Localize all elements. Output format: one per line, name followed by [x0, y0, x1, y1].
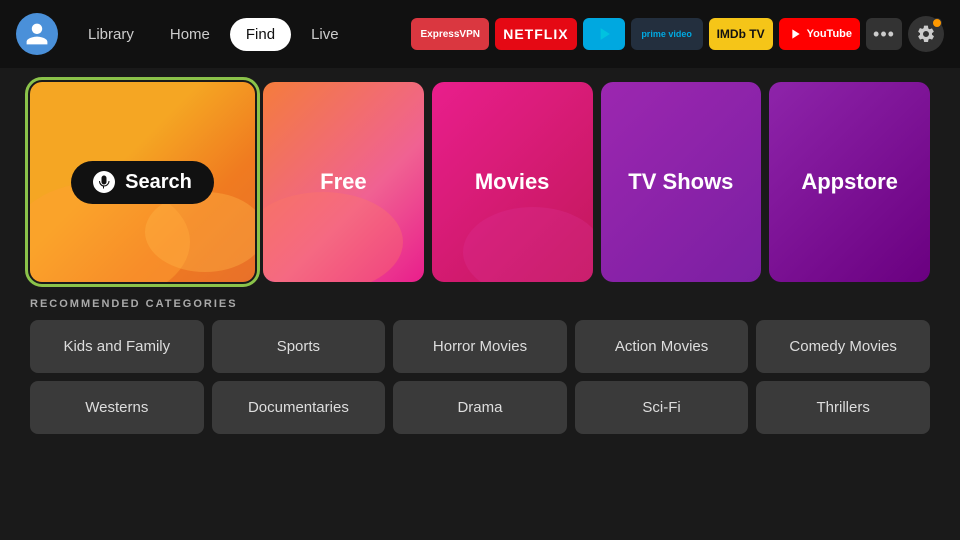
category-kids-family[interactable]: Kids and Family — [30, 320, 204, 373]
search-label: Search — [125, 171, 192, 194]
tile-movies[interactable]: Movies — [432, 82, 593, 282]
app-freevee[interactable] — [583, 18, 625, 50]
tile-free[interactable]: Free — [263, 82, 424, 282]
user-avatar[interactable] — [16, 13, 58, 55]
more-apps-button[interactable]: ••• — [866, 18, 902, 50]
categories-grid: Kids and Family Sports Horror Movies Act… — [30, 320, 930, 434]
categories-row-1: Kids and Family Sports Horror Movies Act… — [30, 320, 930, 373]
app-youtube[interactable]: YouTube — [779, 18, 860, 50]
app-imdb[interactable]: IMDb TV — [709, 18, 773, 50]
app-netflix[interactable]: NETFLIX — [495, 18, 576, 50]
settings-button[interactable] — [908, 16, 944, 52]
category-thrillers[interactable]: Thrillers — [756, 381, 930, 434]
main-content: Search Free Movies TV Shows Appstore REC… — [0, 68, 960, 448]
nav-live[interactable]: Live — [295, 18, 355, 51]
category-drama[interactable]: Drama — [393, 381, 567, 434]
category-action-movies[interactable]: Action Movies — [575, 320, 749, 373]
tile-appstore-label: Appstore — [801, 169, 898, 195]
category-horror-movies[interactable]: Horror Movies — [393, 320, 567, 373]
mic-icon — [93, 171, 115, 193]
nav-find[interactable]: Find — [230, 18, 291, 51]
tile-appstore[interactable]: Appstore — [769, 82, 930, 282]
categories-section-title: RECOMMENDED CATEGORIES — [30, 298, 930, 310]
tile-tvshows-label: TV Shows — [628, 169, 733, 195]
nav-apps: ExpressVPN NETFLIX prime video IMDb TV Y… — [411, 16, 944, 52]
category-westerns[interactable]: Westerns — [30, 381, 204, 434]
nav-library[interactable]: Library — [72, 18, 150, 51]
category-sports[interactable]: Sports — [212, 320, 386, 373]
top-nav: Library Home Find Live ExpressVPN NETFLI… — [0, 0, 960, 68]
category-sci-fi[interactable]: Sci-Fi — [575, 381, 749, 434]
search-pill[interactable]: Search — [71, 161, 214, 204]
nav-home[interactable]: Home — [154, 18, 226, 51]
category-documentaries[interactable]: Documentaries — [212, 381, 386, 434]
nav-links: Library Home Find Live — [72, 18, 355, 51]
tile-movies-label: Movies — [475, 169, 550, 195]
tile-search[interactable]: Search — [30, 82, 255, 282]
app-prime[interactable]: prime video — [631, 18, 703, 50]
app-expressvpn[interactable]: ExpressVPN — [411, 18, 489, 50]
tiles-row: Search Free Movies TV Shows Appstore — [30, 82, 930, 282]
categories-row-2: Westerns Documentaries Drama Sci-Fi Thri… — [30, 381, 930, 434]
tile-free-label: Free — [320, 169, 366, 195]
tile-tvshows[interactable]: TV Shows — [601, 82, 762, 282]
category-comedy-movies[interactable]: Comedy Movies — [756, 320, 930, 373]
